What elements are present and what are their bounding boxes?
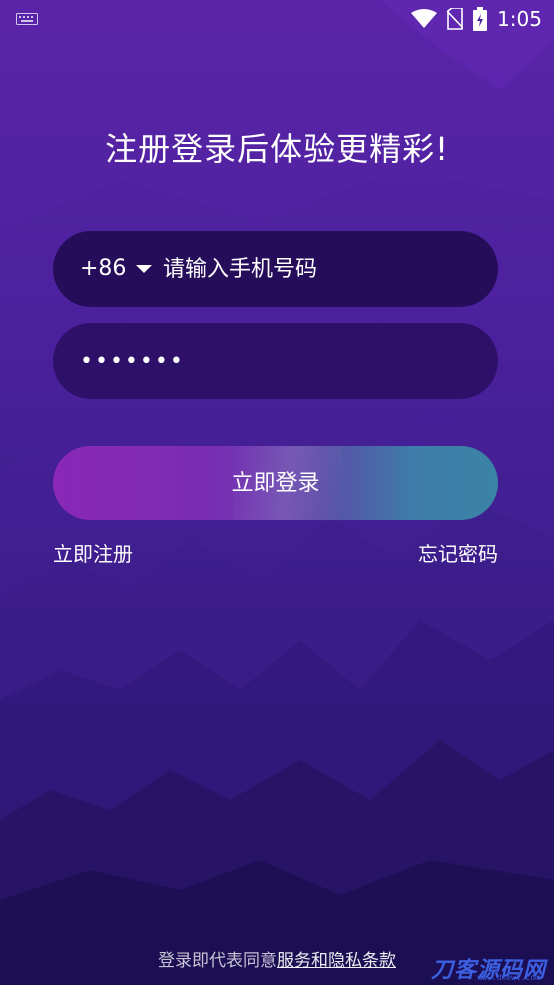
terms-link[interactable]: 服务和隐私条款 (277, 951, 396, 971)
phone-input[interactable] (163, 251, 463, 287)
agreement-prefix: 登录即代表同意 (158, 951, 277, 971)
keyboard-icon (16, 13, 38, 25)
password-field (53, 323, 498, 399)
caret-down-icon (136, 265, 153, 273)
battery-icon (473, 7, 488, 31)
status-bar: 1:05 (0, 0, 554, 38)
status-time: 1:05 (497, 7, 542, 31)
country-code-selector[interactable]: +86 (80, 255, 153, 283)
password-input[interactable] (80, 343, 460, 379)
watermark-url: www.dkewl.com (477, 973, 540, 982)
status-icons: 1:05 (411, 6, 542, 32)
login-button[interactable]: 立即登录 (53, 446, 498, 520)
forgot-password-link[interactable]: 忘记密码 (418, 538, 498, 567)
country-code-label: +86 (80, 256, 127, 281)
register-link[interactable]: 立即注册 (53, 538, 133, 567)
wifi-icon (411, 9, 438, 28)
login-button-label: 立即登录 (231, 471, 320, 496)
page-title: 注册登录后体验更精彩! (105, 130, 449, 168)
phone-field: +86 (53, 231, 498, 307)
no-sim-icon (447, 8, 464, 30)
login-screen: 1:05 注册登录后体验更精彩! +86 立即登录 立即注册 忘记密码 登录即代… (0, 0, 554, 985)
